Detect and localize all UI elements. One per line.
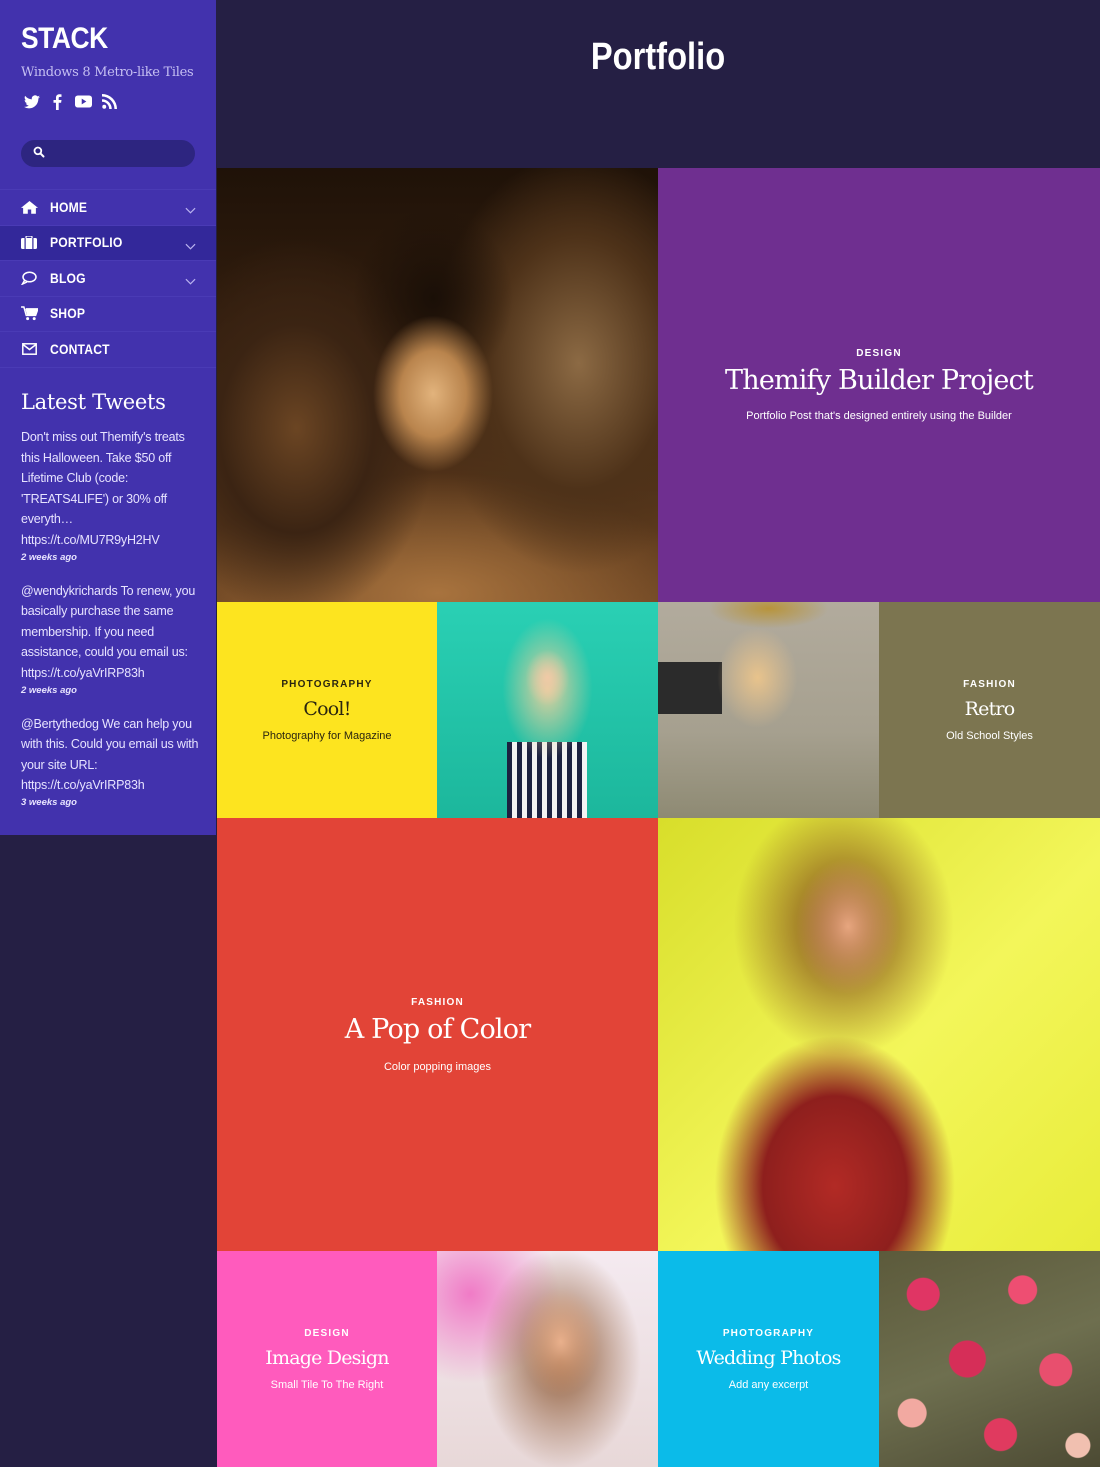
tweet-text: @wendykrichards To renew, you basically … [21, 583, 196, 680]
tweet-item: @Bertythedog We can help you with this. … [21, 714, 203, 808]
tile-excerpt: Small Tile To The Right [270, 1378, 384, 1391]
site-tagline: Windows 8 Metro-like Tiles [21, 65, 194, 80]
roses-image[interactable] [879, 1251, 1100, 1467]
chevron-down-icon[interactable] [185, 237, 196, 255]
tweet-item: @wendykrichards To renew, you basically … [21, 581, 203, 696]
portfolio-tile-builder-project[interactable]: DESIGN Themify Builder Project Portfolio… [658, 168, 1100, 602]
tile-category[interactable]: FASHION [963, 679, 1016, 690]
tweets-list: Don't miss out Themify's treats this Hal… [21, 427, 203, 826]
tile-category[interactable]: DESIGN [856, 348, 902, 359]
tile-title[interactable]: Themify Builder Project [725, 365, 1034, 396]
tweet-item: Don't miss out Themify's treats this Hal… [21, 427, 203, 563]
nav-item-shop[interactable]: SHOP [0, 295, 216, 332]
tile-title[interactable]: Wedding Photos [696, 1347, 841, 1369]
woman-portrait-image[interactable] [437, 1251, 658, 1467]
tile-title[interactable]: Retro [965, 698, 1016, 720]
nav-item-label: CONTACT [50, 341, 110, 357]
nav-item-label: BLOG [50, 270, 86, 286]
woman-with-sunglasses-image[interactable] [437, 602, 658, 818]
tile-category[interactable]: FASHION [411, 997, 464, 1008]
woman-in-red-smiling-image[interactable] [658, 818, 1100, 1251]
tile-title[interactable]: A Pop of Color [345, 1014, 531, 1045]
youtube-icon[interactable] [75, 93, 92, 110]
page-header: Portfolio [216, 0, 1100, 168]
twitter-icon[interactable] [23, 93, 40, 110]
tile-excerpt: Photography for Magazine [262, 729, 392, 742]
comment-icon [20, 270, 38, 286]
woman-with-polaroid-camera-image[interactable] [658, 602, 879, 818]
nav-item-blog[interactable]: BLOG [0, 260, 216, 296]
chevron-down-icon[interactable] [185, 272, 196, 290]
woman-with-golden-feathers-image[interactable] [217, 168, 658, 602]
tweet-text: @Bertythedog We can help you with this. … [21, 716, 199, 793]
portfolio-tile-retro[interactable]: FASHION Retro Old School Styles [879, 602, 1100, 818]
tile-excerpt: Color popping images [383, 1060, 491, 1073]
portfolio-tile-pop-of-color[interactable]: FASHION A Pop of Color Color popping ima… [217, 818, 658, 1251]
cart-icon [20, 306, 38, 322]
portfolio-tile-cool[interactable]: PHOTOGRAPHY Cool! Photography for Magazi… [217, 602, 437, 818]
rss-icon[interactable] [101, 93, 118, 110]
main-nav: HOME PORTFOLIO BLOG SHOP CONTACT [0, 189, 216, 368]
tweet-time[interactable]: 2 weeks ago [21, 685, 203, 696]
briefcase-icon [20, 235, 38, 251]
search-input[interactable] [53, 146, 183, 161]
nav-item-label: PORTFOLIO [50, 235, 123, 251]
chevron-down-icon[interactable] [185, 201, 196, 219]
nav-item-contact[interactable]: CONTACT [0, 331, 216, 367]
home-icon [20, 199, 38, 215]
sidebar: STACK Windows 8 Metro-like Tiles HOME PO… [0, 0, 216, 835]
nav-item-home[interactable]: HOME [0, 189, 216, 225]
tile-title[interactable]: Cool! [303, 698, 351, 720]
tile-category[interactable]: PHOTOGRAPHY [281, 679, 372, 690]
tile-title[interactable]: Image Design [265, 1347, 389, 1369]
nav-divider [0, 366, 216, 368]
nav-item-portfolio[interactable]: PORTFOLIO [0, 224, 216, 260]
nav-item-label: HOME [50, 199, 88, 215]
tile-category[interactable]: DESIGN [304, 1328, 350, 1339]
page-title: Portfolio [590, 36, 726, 78]
tweet-time[interactable]: 2 weeks ago [21, 552, 203, 563]
tile-category[interactable]: PHOTOGRAPHY [723, 1328, 814, 1339]
search-icon [33, 145, 45, 163]
search-box[interactable] [21, 140, 195, 167]
portfolio-tile-wedding-photos[interactable]: PHOTOGRAPHY Wedding Photos Add any excer… [658, 1251, 879, 1467]
portfolio-tile-image-design[interactable]: DESIGN Image Design Small Tile To The Ri… [217, 1251, 437, 1467]
site-logo[interactable]: STACK [21, 22, 108, 56]
nav-item-label: SHOP [50, 306, 86, 322]
envelope-icon [20, 341, 38, 357]
tile-excerpt: Add any excerpt [728, 1378, 809, 1391]
tweet-text: Don't miss out Themify's treats this Hal… [21, 430, 185, 547]
tile-excerpt: Old School Styles [946, 729, 1033, 742]
tile-excerpt: Portfolio Post that's designed entirely … [746, 410, 1012, 422]
latest-tweets-heading: Latest Tweets [21, 390, 166, 414]
tweet-time[interactable]: 3 weeks ago [21, 797, 203, 808]
facebook-icon[interactable] [49, 93, 66, 110]
social-links [23, 93, 118, 110]
